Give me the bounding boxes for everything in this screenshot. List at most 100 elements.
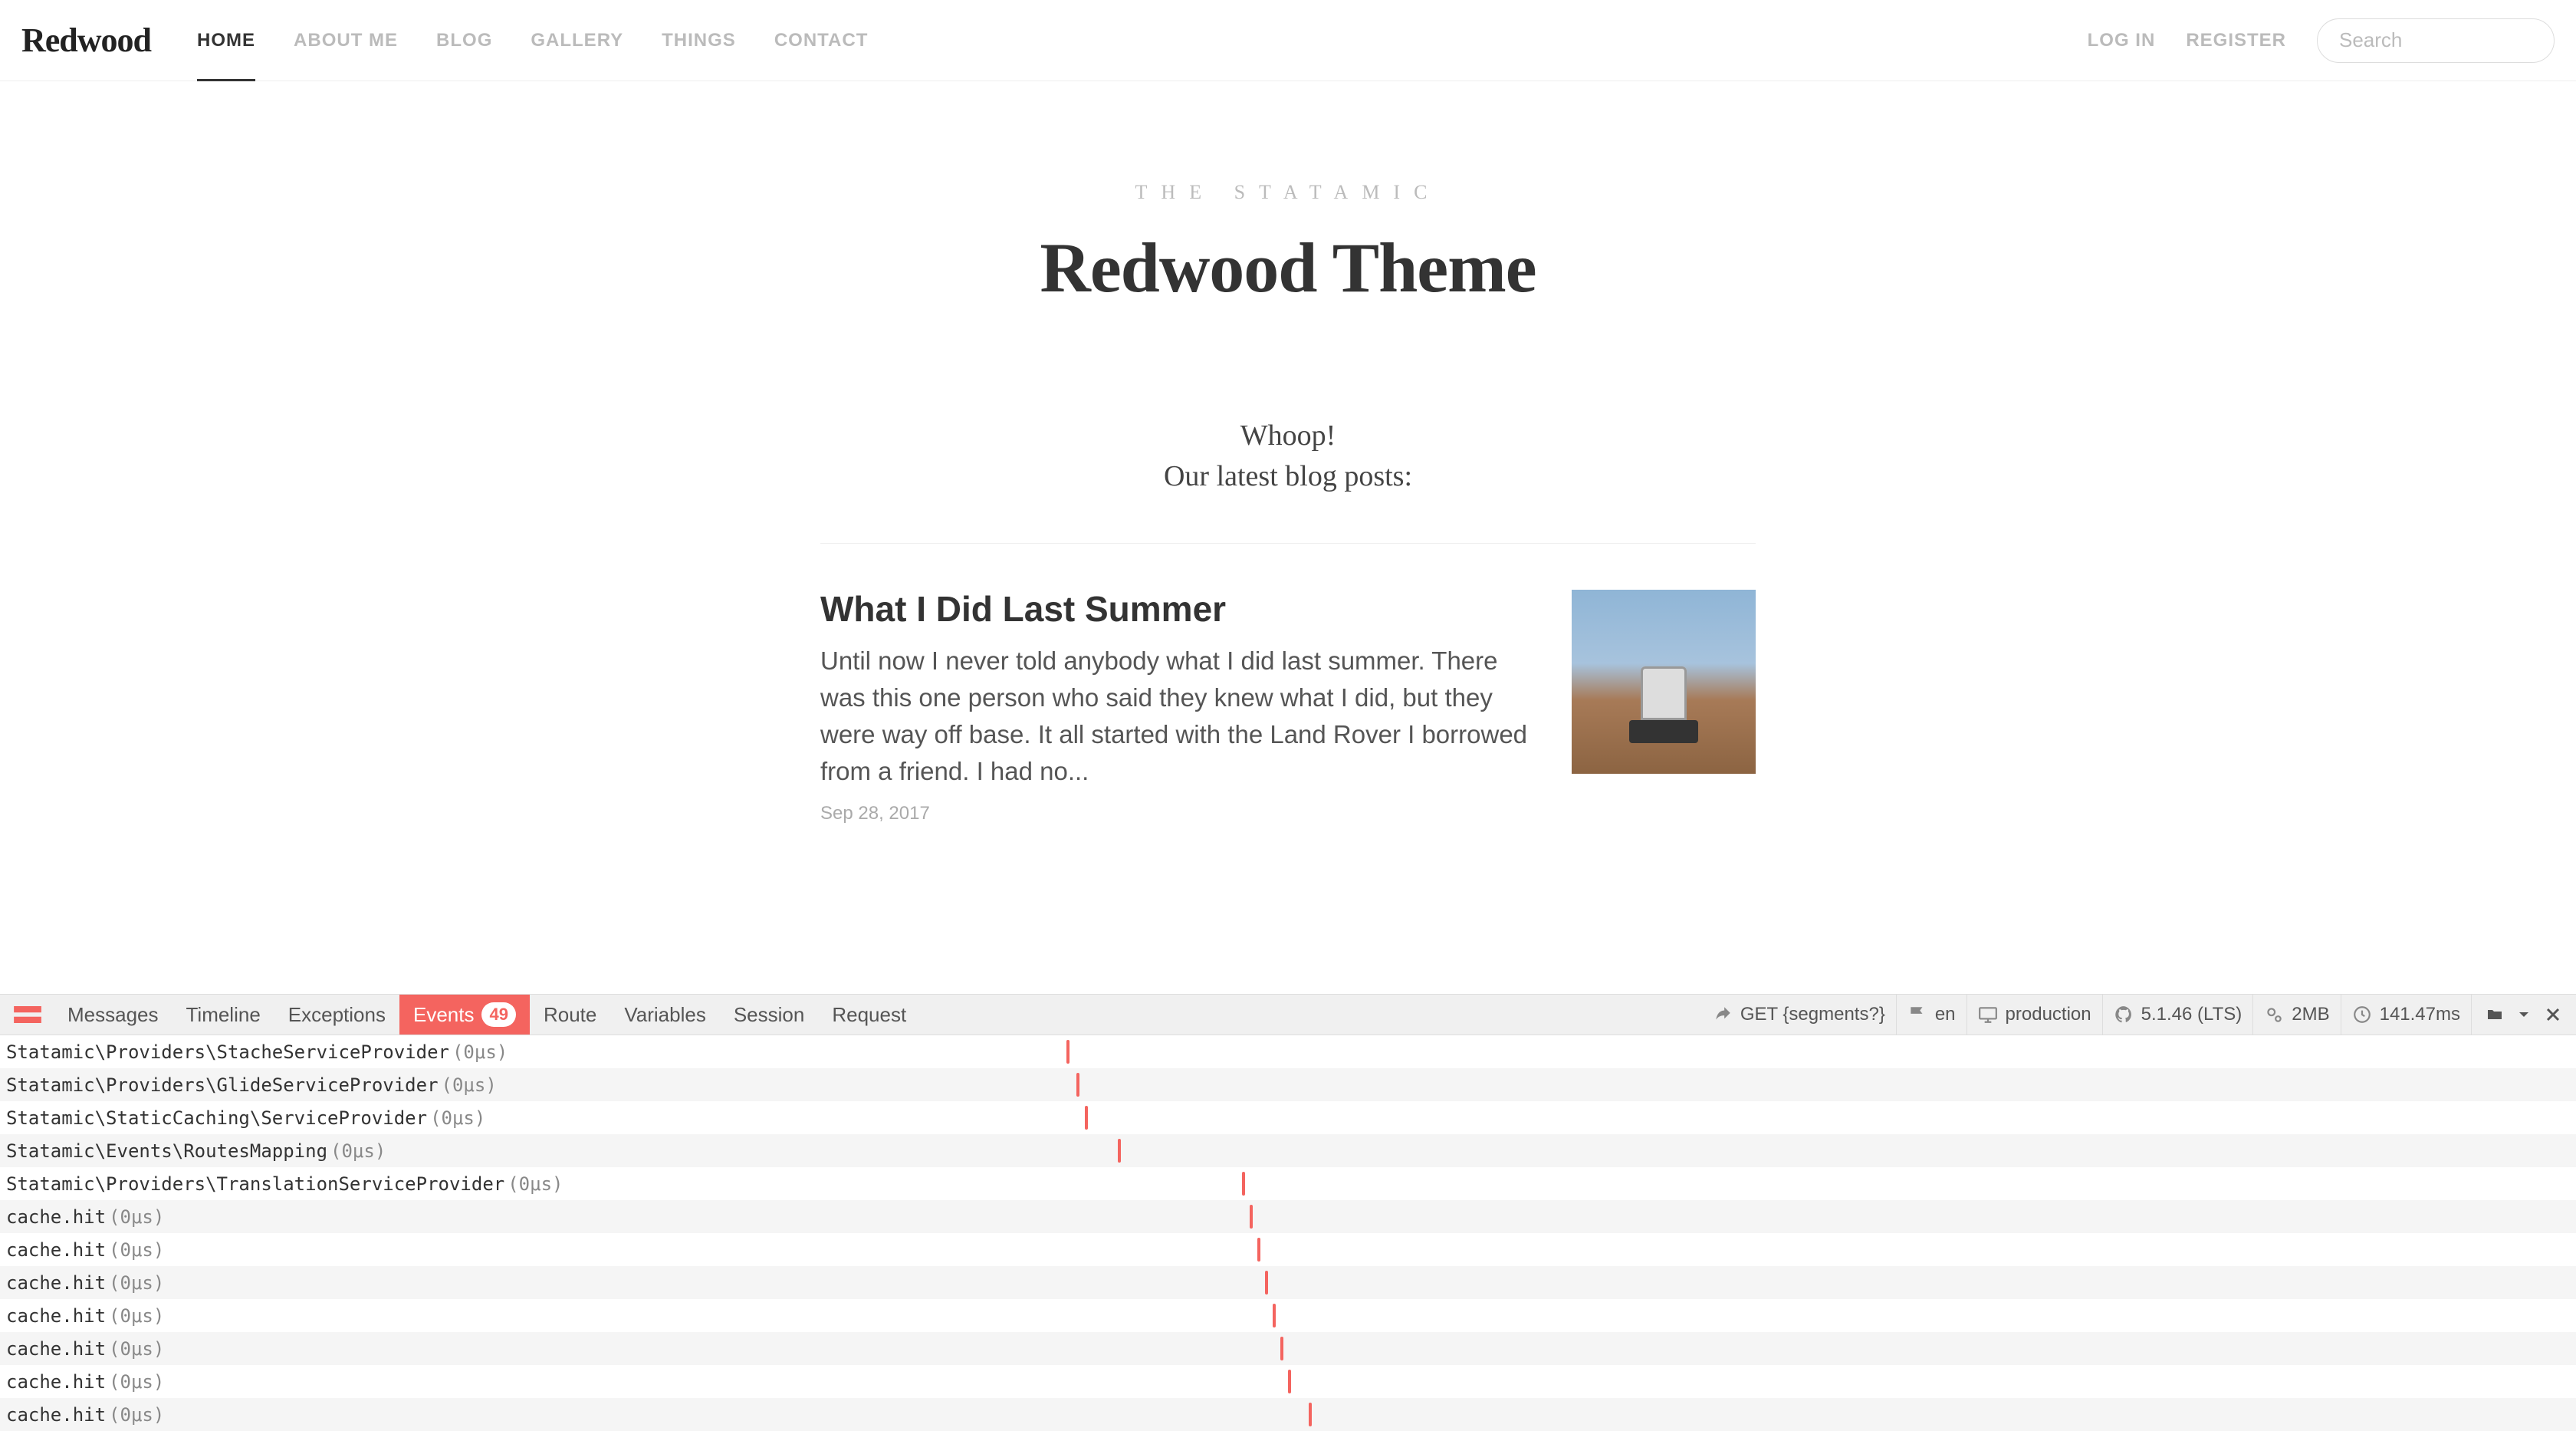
debug-toolbar: Messages Timeline Exceptions Events 49 R…: [0, 994, 2576, 1035]
debug-event-duration: (0μs): [109, 1208, 164, 1226]
post-title[interactable]: What I Did Last Summer: [820, 590, 1533, 629]
debug-event-row[interactable]: cache.hit (0μs): [0, 1266, 2576, 1299]
tab-events[interactable]: Events 49: [399, 995, 530, 1035]
nav-item-gallery[interactable]: GALLERY: [531, 1, 623, 81]
debug-event-duration: (0μs): [109, 1373, 164, 1391]
post-date: Sep 28, 2017: [820, 803, 1533, 824]
events-count-badge: 49: [481, 1002, 515, 1027]
debug-event-tick: [1242, 1172, 1245, 1196]
debug-event-row[interactable]: cache.hit (0μs): [0, 1365, 2576, 1398]
debug-event-name: Statamic\Providers\TranslationServicePro…: [6, 1175, 504, 1193]
debug-event-name: Statamic\StaticCaching\ServiceProvider: [6, 1109, 427, 1127]
search-input[interactable]: [2317, 18, 2555, 63]
tab-session[interactable]: Session: [720, 995, 819, 1035]
debug-tabs: Messages Timeline Exceptions Events 49 R…: [54, 995, 920, 1035]
debug-event-row[interactable]: cache.hit (0μs): [0, 1398, 2576, 1431]
stat-version-value: 5.1.46 (LTS): [2141, 1004, 2242, 1025]
stat-env[interactable]: production: [1967, 995, 2102, 1035]
debug-event-duration: (0μs): [430, 1109, 485, 1127]
debug-event-duration: (0μs): [109, 1241, 164, 1259]
stat-request[interactable]: GET {segments?}: [1702, 995, 1896, 1035]
stat-version[interactable]: 5.1.46 (LTS): [2102, 995, 2253, 1035]
debug-event-duration: (0μs): [330, 1142, 386, 1160]
chevron-down-icon[interactable]: [2515, 1005, 2533, 1024]
tab-events-label: Events: [413, 1003, 475, 1027]
nav-item-things[interactable]: THINGS: [662, 1, 736, 81]
debug-event-row[interactable]: cache.hit (0μs): [0, 1299, 2576, 1332]
debug-event-name: Statamic\Providers\StacheServiceProvider: [6, 1043, 449, 1061]
debug-event-row[interactable]: Statamic\Providers\GlideServiceProvider …: [0, 1068, 2576, 1101]
intro: Whoop! Our latest blog posts:: [0, 416, 2576, 497]
tab-timeline[interactable]: Timeline: [172, 995, 274, 1035]
debug-event-row[interactable]: cache.hit (0μs): [0, 1332, 2576, 1365]
debug-event-name: cache.hit: [6, 1274, 106, 1292]
debug-event-duration: (0μs): [109, 1274, 164, 1292]
share-icon: [1713, 1005, 1733, 1025]
nav-item-blog[interactable]: BLOG: [436, 1, 492, 81]
login-link[interactable]: LOG IN: [2088, 30, 2156, 51]
stat-memory[interactable]: 2MB: [2252, 995, 2340, 1035]
clock-icon: [2352, 1005, 2372, 1025]
debug-event-row[interactable]: cache.hit (0μs): [0, 1200, 2576, 1233]
auth-area: LOG IN REGISTER: [2088, 18, 2555, 63]
stat-time[interactable]: 141.47ms: [2341, 995, 2471, 1035]
nav-item-home[interactable]: HOME: [197, 1, 255, 81]
debug-event-row[interactable]: Statamic\Events\RoutesMapping (0μs): [0, 1134, 2576, 1167]
debug-event-tick: [1288, 1370, 1291, 1393]
stat-locale[interactable]: en: [1896, 995, 1967, 1035]
gears-icon: [2264, 1005, 2284, 1025]
debug-event-tick: [1309, 1403, 1312, 1426]
close-icon[interactable]: [2544, 1005, 2562, 1024]
debug-event-tick: [1066, 1040, 1070, 1064]
site-header: Redwood HOME ABOUT ME BLOG GALLERY THINGS CON…: [0, 0, 2576, 81]
debug-event-tick: [1273, 1304, 1276, 1327]
tab-route[interactable]: Route: [530, 995, 610, 1035]
flag-icon: [1907, 1005, 1927, 1025]
debug-event-row[interactable]: Statamic\StaticCaching\ServiceProvider (…: [0, 1101, 2576, 1134]
debug-event-name: Statamic\Events\RoutesMapping: [6, 1142, 327, 1160]
nav-item-about-me[interactable]: ABOUT ME: [294, 1, 398, 81]
debug-event-duration: (0μs): [452, 1043, 508, 1061]
debug-event-row[interactable]: cache.hit (0μs): [0, 1233, 2576, 1266]
hero-eyebrow: THE STATAMIC: [0, 181, 2576, 204]
hero: THE STATAMIC Redwood Theme: [0, 81, 2576, 339]
intro-line-1: Whoop!: [0, 416, 2576, 456]
debug-event-name: cache.hit: [6, 1208, 106, 1226]
debug-event-tick: [1280, 1337, 1283, 1360]
tab-exceptions[interactable]: Exceptions: [274, 995, 399, 1035]
debug-controls: [2471, 995, 2576, 1035]
debug-bar: Messages Timeline Exceptions Events 49 R…: [0, 994, 2576, 1431]
tab-variables[interactable]: Variables: [610, 995, 719, 1035]
debug-event-name: cache.hit: [6, 1406, 106, 1424]
stat-memory-value: 2MB: [2292, 1004, 2329, 1025]
stat-env-value: production: [2006, 1004, 2091, 1025]
primary-nav: HOME ABOUT ME BLOG GALLERY THINGS CONTACT: [197, 1, 2088, 81]
stat-time-value: 141.47ms: [2380, 1004, 2460, 1025]
debug-events-list: Statamic\Providers\StacheServiceProvider…: [0, 1035, 2576, 1431]
nav-item-contact[interactable]: CONTACT: [774, 1, 869, 81]
blog-post: What I Did Last Summer Until now I never…: [820, 543, 1756, 824]
debug-event-row[interactable]: Statamic\Providers\TranslationServicePro…: [0, 1167, 2576, 1200]
post-body: What I Did Last Summer Until now I never…: [820, 590, 1533, 824]
folder-icon[interactable]: [2486, 1005, 2504, 1024]
stat-locale-value: en: [1935, 1004, 1956, 1025]
brand-logo[interactable]: Redwood: [21, 21, 151, 60]
debug-event-name: Statamic\Providers\GlideServiceProvider: [6, 1076, 439, 1094]
debug-event-tick: [1257, 1238, 1260, 1262]
hero-title: Redwood Theme: [0, 227, 2576, 308]
debug-stats: GET {segments?} en production 5.1.46 (LT…: [1702, 995, 2576, 1035]
tab-messages[interactable]: Messages: [54, 995, 172, 1035]
debug-event-duration: (0μs): [442, 1076, 497, 1094]
debug-event-duration: (0μs): [109, 1406, 164, 1424]
debugbar-logo-icon[interactable]: [11, 998, 44, 1031]
post-thumbnail[interactable]: [1572, 590, 1756, 774]
debug-event-duration: (0μs): [508, 1175, 563, 1193]
debug-event-tick: [1076, 1073, 1079, 1097]
register-link[interactable]: REGISTER: [2186, 30, 2286, 51]
tab-request[interactable]: Request: [818, 995, 920, 1035]
debug-event-row[interactable]: Statamic\Providers\StacheServiceProvider…: [0, 1035, 2576, 1068]
stat-request-value: GET {segments?}: [1740, 1004, 1885, 1025]
debug-event-name: cache.hit: [6, 1241, 106, 1259]
debug-event-duration: (0μs): [109, 1340, 164, 1358]
github-icon: [2114, 1005, 2134, 1025]
